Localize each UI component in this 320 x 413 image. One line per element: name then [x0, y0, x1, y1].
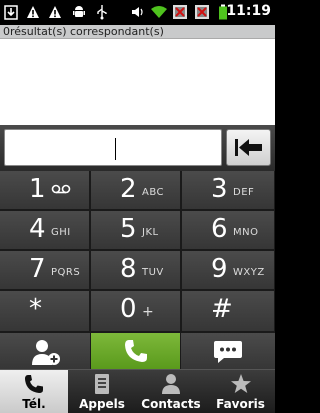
phone-icon	[125, 340, 147, 362]
key-digit: 1	[29, 174, 46, 204]
tab-label: Tél.	[22, 397, 46, 411]
key-letters: TUV	[142, 267, 164, 278]
wifi-icon	[151, 6, 167, 18]
star-icon	[230, 374, 251, 393]
key-letters: DEF	[233, 187, 255, 198]
tab-bar: Tél. Appels Contacts Favoris	[0, 369, 275, 413]
results-count-header: 0résultat(s) correspondant(s)	[0, 25, 275, 39]
no-sim-icon	[195, 5, 209, 19]
tab-appels[interactable]: Appels	[68, 370, 136, 413]
sms-icon	[214, 341, 242, 363]
key-hash[interactable]: #	[182, 291, 275, 332]
phone-icon	[25, 375, 43, 393]
tab-favoris[interactable]: Favoris	[206, 370, 275, 413]
key-9[interactable]: 9 WXYZ	[182, 251, 275, 290]
key-3[interactable]: 3 DEF	[182, 171, 275, 210]
tab-contacts[interactable]: Contacts	[136, 370, 206, 413]
status-bar: 11:19	[0, 0, 275, 25]
key-star[interactable]: *	[0, 291, 90, 332]
key-letters: WXYZ	[233, 267, 265, 278]
add-contact-icon	[32, 340, 60, 365]
call-log-icon	[95, 374, 109, 394]
tab-label: Appels	[79, 397, 125, 411]
key-8[interactable]: 8 TUV	[91, 251, 181, 290]
key-digit: 3	[211, 174, 228, 204]
sms-button[interactable]	[181, 333, 275, 369]
key-letters: PQRS	[51, 267, 81, 278]
warning-icon	[49, 6, 61, 18]
key-digit: 5	[120, 214, 137, 244]
key-digit: 6	[211, 214, 228, 244]
voicemail-icon	[51, 184, 71, 194]
usb-icon	[97, 5, 107, 20]
key-letters: JKL	[142, 227, 159, 238]
warning-icon	[27, 6, 39, 18]
key-letters: ABC	[142, 187, 165, 198]
tab-label: Contacts	[141, 397, 201, 411]
key-letters: GHI	[51, 227, 71, 238]
download-icon	[4, 5, 18, 20]
key-digit: 9	[211, 254, 228, 284]
results-list[interactable]	[0, 39, 275, 125]
add-contact-button[interactable]	[0, 333, 90, 369]
dialed-number-field[interactable]	[4, 129, 222, 166]
no-sim-icon	[173, 5, 187, 19]
key-1[interactable]: 1	[0, 171, 90, 210]
key-digit: 4	[29, 214, 46, 244]
backspace-icon	[235, 139, 262, 156]
backspace-button[interactable]	[226, 129, 271, 166]
volume-icon	[132, 7, 143, 17]
key-digit: 8	[120, 254, 137, 284]
key-digit: 7	[29, 254, 46, 284]
person-icon	[162, 374, 180, 394]
android-icon	[73, 6, 85, 17]
key-0[interactable]: 0 +	[91, 291, 181, 332]
key-digit: 0	[120, 294, 137, 324]
key-7[interactable]: 7 PQRS	[0, 251, 90, 290]
call-button[interactable]	[91, 333, 180, 369]
key-6[interactable]: 6 MNO	[182, 211, 275, 250]
key-digit: *	[29, 294, 42, 324]
tab-tel[interactable]: Tél.	[0, 370, 68, 413]
key-letters: MNO	[233, 227, 259, 238]
dial-action-row	[0, 333, 275, 369]
tab-label: Favoris	[216, 397, 265, 411]
key-digit: 2	[120, 174, 137, 204]
key-5[interactable]: 5 JKL	[91, 211, 181, 250]
key-digit: #	[211, 294, 233, 324]
key-2[interactable]: 2 ABC	[91, 171, 181, 210]
dial-keypad: 1 2 ABC 3 DEF 4 GHI 5 JKL 6 MNO 7 PQRS 8…	[0, 171, 275, 333]
status-time: 11:19	[226, 3, 271, 19]
text-caret	[115, 138, 116, 160]
dial-input-row	[0, 125, 275, 171]
key-letters: +	[142, 304, 155, 320]
key-4[interactable]: 4 GHI	[0, 211, 90, 250]
